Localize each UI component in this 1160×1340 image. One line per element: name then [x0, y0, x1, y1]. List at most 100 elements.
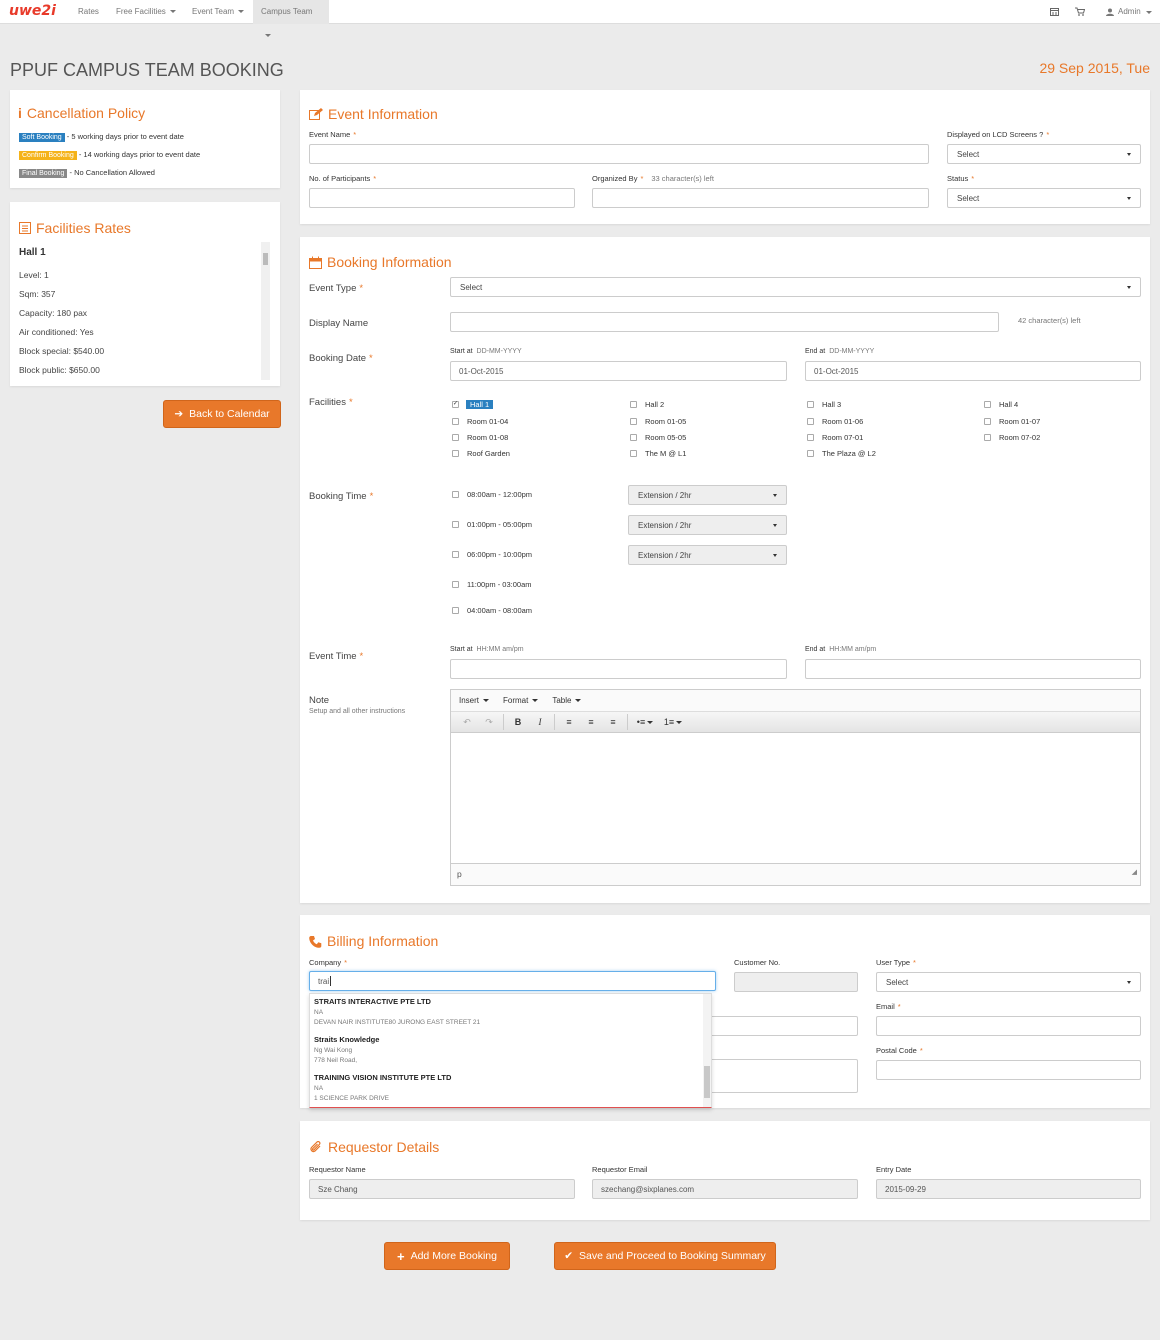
- event-name-input[interactable]: [309, 144, 929, 164]
- align-center-icon[interactable]: ≡: [581, 717, 601, 727]
- checkbox-icon[interactable]: [984, 434, 991, 441]
- checkbox-icon[interactable]: [807, 401, 814, 408]
- billing-hidden-textarea[interactable]: [710, 1059, 858, 1093]
- facility-checkbox[interactable]: Roof Garden: [452, 449, 510, 458]
- facility-checkbox[interactable]: Hall 3: [807, 400, 841, 409]
- facility-checkbox[interactable]: Hall 2: [630, 400, 664, 409]
- entry-date-input[interactable]: 2015-09-29: [876, 1179, 1141, 1199]
- time-slot-checkbox[interactable]: 08:00am - 12:00pm: [452, 490, 532, 499]
- nav-free-facilities[interactable]: Free Facilities: [108, 0, 184, 24]
- company-suggestion[interactable]: Straits Knowledge Ng Wai Kong 778 Neil Roa…: [314, 1035, 379, 1067]
- rates-hall-name: Hall 1: [19, 247, 46, 258]
- facility-checkbox[interactable]: Room 01-06: [807, 417, 863, 426]
- facility-checkbox[interactable]: Room 07-01: [807, 433, 863, 442]
- organized-by-input[interactable]: [592, 188, 929, 208]
- checkbox-icon[interactable]: [452, 521, 459, 528]
- extension-select[interactable]: Extension / 2hr: [628, 515, 787, 535]
- time-slot-checkbox[interactable]: 04:00am - 08:00am: [452, 606, 532, 615]
- customer-no-input[interactable]: [734, 972, 858, 992]
- extension-select[interactable]: Extension / 2hr: [628, 485, 787, 505]
- facility-checkbox[interactable]: Room 01-04: [452, 417, 508, 426]
- checkbox-icon[interactable]: [452, 450, 459, 457]
- time-slot-checkbox[interactable]: 06:00pm - 10:00pm: [452, 550, 532, 559]
- checkbox-icon[interactable]: [452, 491, 459, 498]
- checkbox-icon[interactable]: [630, 418, 637, 425]
- rates-scrollbar[interactable]: [261, 242, 270, 380]
- facility-checkbox[interactable]: Room 01-08: [452, 433, 508, 442]
- bullet-list-icon[interactable]: •≡: [632, 717, 658, 727]
- user-icon: [1106, 8, 1114, 16]
- nav-event-team[interactable]: Event Team: [184, 0, 252, 24]
- company-suggestion[interactable]: STRAITS INTERACTIVE PTE LTD NA DEVAN NAIR …: [314, 997, 480, 1029]
- company-suggestion[interactable]: TRAINING VISION INSTITUTE PTE LTD NA 1 SCI…: [314, 1073, 451, 1105]
- time-slot-checkbox[interactable]: 11:00pm - 03:00am: [452, 580, 531, 589]
- align-left-icon[interactable]: ≡: [559, 717, 579, 727]
- start-date-input[interactable]: 01-Oct-2015: [450, 361, 787, 381]
- checkbox-icon[interactable]: [452, 418, 459, 425]
- facility-checkbox[interactable]: Hall 4: [984, 400, 1018, 409]
- event-start-input[interactable]: [450, 659, 787, 679]
- display-name-input[interactable]: [450, 312, 999, 332]
- checkbox-icon[interactable]: [452, 607, 459, 614]
- company-input[interactable]: trai: [309, 971, 716, 991]
- checkbox-icon[interactable]: [984, 401, 991, 408]
- end-date-input[interactable]: 01-Oct-2015: [805, 361, 1141, 381]
- cancellation-policy-panel: i Cancellation Policy Soft Booking - 5 wo…: [10, 90, 280, 188]
- facility-label: Roof Garden: [467, 449, 510, 458]
- email-input[interactable]: [876, 1016, 1141, 1036]
- autocomplete-scrollbar[interactable]: [703, 994, 711, 1107]
- logo[interactable]: uwe2i: [9, 3, 56, 19]
- redo-icon[interactable]: ↷: [479, 717, 499, 728]
- participants-input[interactable]: [309, 188, 575, 208]
- back-to-calendar-button[interactable]: ➔ Back to Calendar: [163, 400, 281, 428]
- checkbox-icon[interactable]: [807, 450, 814, 457]
- extension-select[interactable]: Extension / 2hr: [628, 545, 787, 565]
- facility-checkbox[interactable]: The M @ L1: [630, 449, 686, 458]
- checkbox-icon[interactable]: ✓: [452, 401, 459, 408]
- calendar-icon[interactable]: [1050, 7, 1059, 18]
- facility-checkbox[interactable]: Room 01-07: [984, 417, 1040, 426]
- status-select[interactable]: Select: [947, 188, 1141, 208]
- checkbox-icon[interactable]: [630, 401, 637, 408]
- checkbox-icon[interactable]: [452, 434, 459, 441]
- checkbox-icon[interactable]: [807, 418, 814, 425]
- cart-icon[interactable]: [1075, 7, 1086, 18]
- time-slot-checkbox[interactable]: 01:00pm - 05:00pm: [452, 520, 532, 529]
- nav-campus-team[interactable]: Campus Team: [253, 0, 329, 38]
- facility-checkbox[interactable]: Room 07-02: [984, 433, 1040, 442]
- facility-checkbox[interactable]: ✓ Hall 1: [452, 400, 494, 409]
- resize-handle-icon[interactable]: ◢: [1132, 863, 1137, 883]
- event-time-label: Event Time *: [309, 651, 364, 662]
- checkbox-icon[interactable]: [630, 434, 637, 441]
- requestor-name-input[interactable]: Sze Chang: [309, 1179, 575, 1199]
- postal-code-input[interactable]: [876, 1060, 1141, 1080]
- add-more-booking-button[interactable]: + Add More Booking: [384, 1242, 510, 1270]
- facility-checkbox[interactable]: Room 01-05: [630, 417, 686, 426]
- user-type-select[interactable]: Select: [876, 972, 1141, 992]
- event-type-select[interactable]: Select: [450, 277, 1141, 297]
- event-end-input[interactable]: [805, 659, 1141, 679]
- checkbox-icon[interactable]: [984, 418, 991, 425]
- requestor-email-input[interactable]: szechang@sixplanes.com: [592, 1179, 858, 1199]
- checkbox-icon[interactable]: [452, 551, 459, 558]
- bold-icon[interactable]: B: [508, 717, 528, 727]
- numbered-list-icon[interactable]: 1≡: [660, 717, 686, 727]
- italic-icon[interactable]: I: [530, 717, 550, 727]
- align-right-icon[interactable]: ≡: [603, 717, 623, 727]
- menu-table[interactable]: Table: [552, 696, 582, 705]
- billing-hidden-field-1[interactable]: [710, 1016, 858, 1036]
- save-proceed-button[interactable]: ✔ Save and Proceed to Booking Summary: [554, 1242, 776, 1270]
- checkbox-icon[interactable]: [807, 434, 814, 441]
- editor-content[interactable]: [451, 733, 1140, 863]
- menu-format[interactable]: Format: [503, 696, 539, 705]
- facility-checkbox[interactable]: The Plaza @ L2: [807, 449, 876, 458]
- facility-label: Room 01-08: [467, 433, 509, 442]
- undo-icon[interactable]: ↶: [457, 717, 477, 728]
- checkbox-icon[interactable]: [452, 581, 459, 588]
- checkbox-icon[interactable]: [630, 450, 637, 457]
- nav-rates[interactable]: Rates: [70, 0, 107, 24]
- admin-menu[interactable]: Admin: [1106, 0, 1152, 24]
- menu-insert[interactable]: Insert: [459, 696, 490, 705]
- lcd-select[interactable]: Select: [947, 144, 1141, 164]
- facility-checkbox[interactable]: Room 05-05: [630, 433, 686, 442]
